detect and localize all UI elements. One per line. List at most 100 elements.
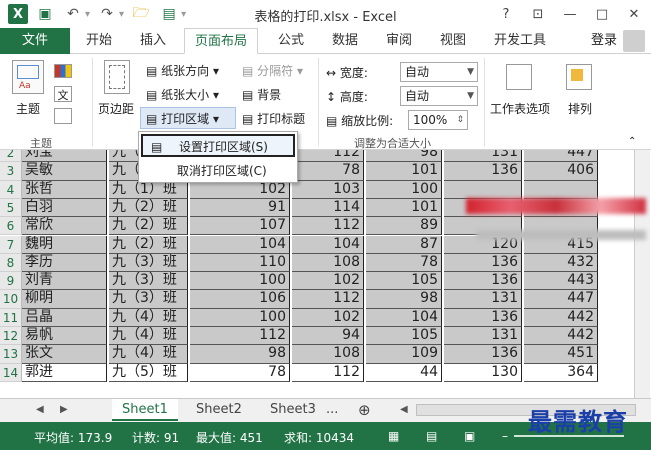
table-cell[interactable]: 108 <box>292 345 364 364</box>
row-header[interactable]: 10 <box>0 290 22 309</box>
worksheet-grid[interactable]: 2刘宝九（1）班112981314473吴敏九（1）班781011364064张… <box>0 150 651 398</box>
row-header[interactable]: 12 <box>0 327 22 346</box>
table-cell[interactable]: 109 <box>366 345 442 364</box>
table-cell[interactable]: 九（3）班 <box>109 290 188 309</box>
tab-review[interactable]: 审阅 <box>376 28 422 54</box>
table-cell[interactable]: 107 <box>190 217 290 236</box>
table-cell[interactable]: 131 <box>444 150 522 163</box>
table-cell[interactable]: 102 <box>292 272 364 291</box>
tab-file[interactable]: 文件 <box>0 28 70 54</box>
orientation-button[interactable]: ▤ 纸张方向 ▾ <box>146 62 219 79</box>
table-cell[interactable]: 112 <box>190 327 290 346</box>
row-header[interactable]: 8 <box>0 253 22 273</box>
table-cell[interactable]: 131 <box>444 327 522 346</box>
table-cell[interactable]: 442 <box>524 308 598 327</box>
arrange-button[interactable]: 排列 <box>568 100 592 117</box>
table-cell[interactable]: 136 <box>444 272 522 291</box>
prev-sheet-icon[interactable]: ◀ <box>36 399 44 421</box>
table-cell[interactable]: 112 <box>292 150 364 163</box>
tab-data[interactable]: 数据 <box>322 28 368 54</box>
table-cell[interactable]: 104 <box>190 235 290 254</box>
table-cell[interactable]: 李历 <box>22 253 107 273</box>
table-cell[interactable]: 94 <box>292 327 364 346</box>
zoom-out-icon[interactable]: – <box>502 429 508 443</box>
page-layout-view-icon[interactable]: ▤ <box>426 429 437 443</box>
table-cell[interactable]: 吕晶 <box>22 308 107 327</box>
table-cell[interactable]: 101 <box>366 162 442 181</box>
table-cell[interactable]: 郭进 <box>22 363 107 382</box>
table-cell[interactable]: 432 <box>524 253 598 273</box>
table-cell[interactable] <box>444 180 522 199</box>
maximize-icon[interactable]: □ <box>591 4 613 24</box>
row-header[interactable]: 7 <box>0 235 22 254</box>
table-cell[interactable]: 九（1）班 <box>109 180 188 199</box>
arrange-icon[interactable] <box>566 64 592 90</box>
vertical-scrollbar[interactable] <box>634 150 650 398</box>
help-icon[interactable]: ? <box>495 4 517 24</box>
add-sheet-icon[interactable]: ⊕ <box>348 399 381 421</box>
table-cell[interactable]: 98 <box>366 150 442 163</box>
scroll-left-icon[interactable]: ◀ <box>400 399 408 421</box>
table-cell[interactable]: 九（2）班 <box>109 198 188 218</box>
table-cell[interactable]: 98 <box>366 290 442 309</box>
ribbon-display-icon[interactable]: ⊡ <box>527 4 549 24</box>
table-cell[interactable]: 105 <box>366 272 442 291</box>
size-button[interactable]: ▤ 纸张大小 ▾ <box>146 86 219 103</box>
table-cell[interactable]: 78 <box>190 363 290 382</box>
table-cell[interactable]: 刘宝 <box>22 150 107 163</box>
table-cell[interactable]: 魏明 <box>22 235 107 254</box>
table-cell[interactable]: 105 <box>366 327 442 346</box>
customize-toolbar-icon[interactable]: ▾ <box>181 9 186 20</box>
table-cell[interactable]: 136 <box>444 308 522 327</box>
fonts-icon[interactable]: 文 <box>54 86 72 102</box>
table-cell[interactable]: 87 <box>366 235 442 254</box>
margins-button[interactable]: 页边距 <box>98 100 134 117</box>
table-cell[interactable]: 吴敏 <box>22 162 107 181</box>
redo-icon[interactable]: ↷ <box>96 3 118 25</box>
table-cell[interactable]: 102 <box>292 308 364 327</box>
row-header[interactable]: 11 <box>0 308 22 327</box>
table-cell[interactable]: 100 <box>366 180 442 199</box>
tab-page-layout[interactable]: 页面布局 <box>184 28 259 54</box>
table-cell[interactable]: 100 <box>190 308 290 327</box>
colors-icon[interactable] <box>54 64 72 78</box>
table-cell[interactable]: 447 <box>524 150 598 163</box>
breaks-button[interactable]: ▤ 分隔符 ▾ <box>242 62 303 79</box>
table-cell[interactable] <box>524 180 598 199</box>
table-cell[interactable]: 106 <box>190 290 290 309</box>
table-cell[interactable]: 112 <box>292 290 364 309</box>
table-cell[interactable]: 九（2）班 <box>109 235 188 254</box>
table-cell[interactable]: 98 <box>190 345 290 364</box>
table-cell[interactable]: 104 <box>292 235 364 254</box>
height-select[interactable]: 自动 ▼ <box>400 86 478 106</box>
table-cell[interactable]: 443 <box>524 272 598 291</box>
tab-view[interactable]: 视图 <box>430 28 476 54</box>
row-header[interactable]: 5 <box>0 198 22 218</box>
tab-insert[interactable]: 插入 <box>130 28 176 54</box>
clear-print-area-menu-item[interactable]: 取消打印区域(C) <box>141 160 295 183</box>
table-cell[interactable]: 九（4）班 <box>109 345 188 364</box>
table-cell[interactable]: 136 <box>444 162 522 181</box>
sheet-options-button[interactable]: 工作表选项 <box>490 100 550 117</box>
row-header[interactable]: 6 <box>0 217 22 236</box>
table-cell[interactable]: 136 <box>444 345 522 364</box>
table-cell[interactable]: 100 <box>190 272 290 291</box>
minimize-icon[interactable]: — <box>559 4 581 24</box>
table-cell[interactable]: 九（3）班 <box>109 272 188 291</box>
effects-icon[interactable] <box>54 108 72 124</box>
tab-home[interactable]: 开始 <box>76 28 122 54</box>
page-break-view-icon[interactable]: ▣ <box>464 429 475 443</box>
next-sheet-icon[interactable]: ▶ <box>60 399 68 421</box>
more-sheets-button[interactable]: ... <box>316 399 348 421</box>
row-header[interactable]: 9 <box>0 272 22 291</box>
row-header[interactable]: 4 <box>0 180 22 199</box>
tab-sheet2[interactable]: Sheet2 <box>186 399 252 421</box>
save-icon[interactable]: ▣ <box>34 3 56 25</box>
table-cell[interactable]: 44 <box>366 363 442 382</box>
print-titles-button[interactable]: ▤ 打印标题 <box>242 110 305 127</box>
row-header[interactable]: 3 <box>0 162 22 181</box>
table-cell[interactable]: 易帆 <box>22 327 107 346</box>
table-cell[interactable]: 114 <box>292 198 364 218</box>
avatar[interactable] <box>623 30 645 52</box>
width-select[interactable]: 自动 ▼ <box>400 62 478 82</box>
